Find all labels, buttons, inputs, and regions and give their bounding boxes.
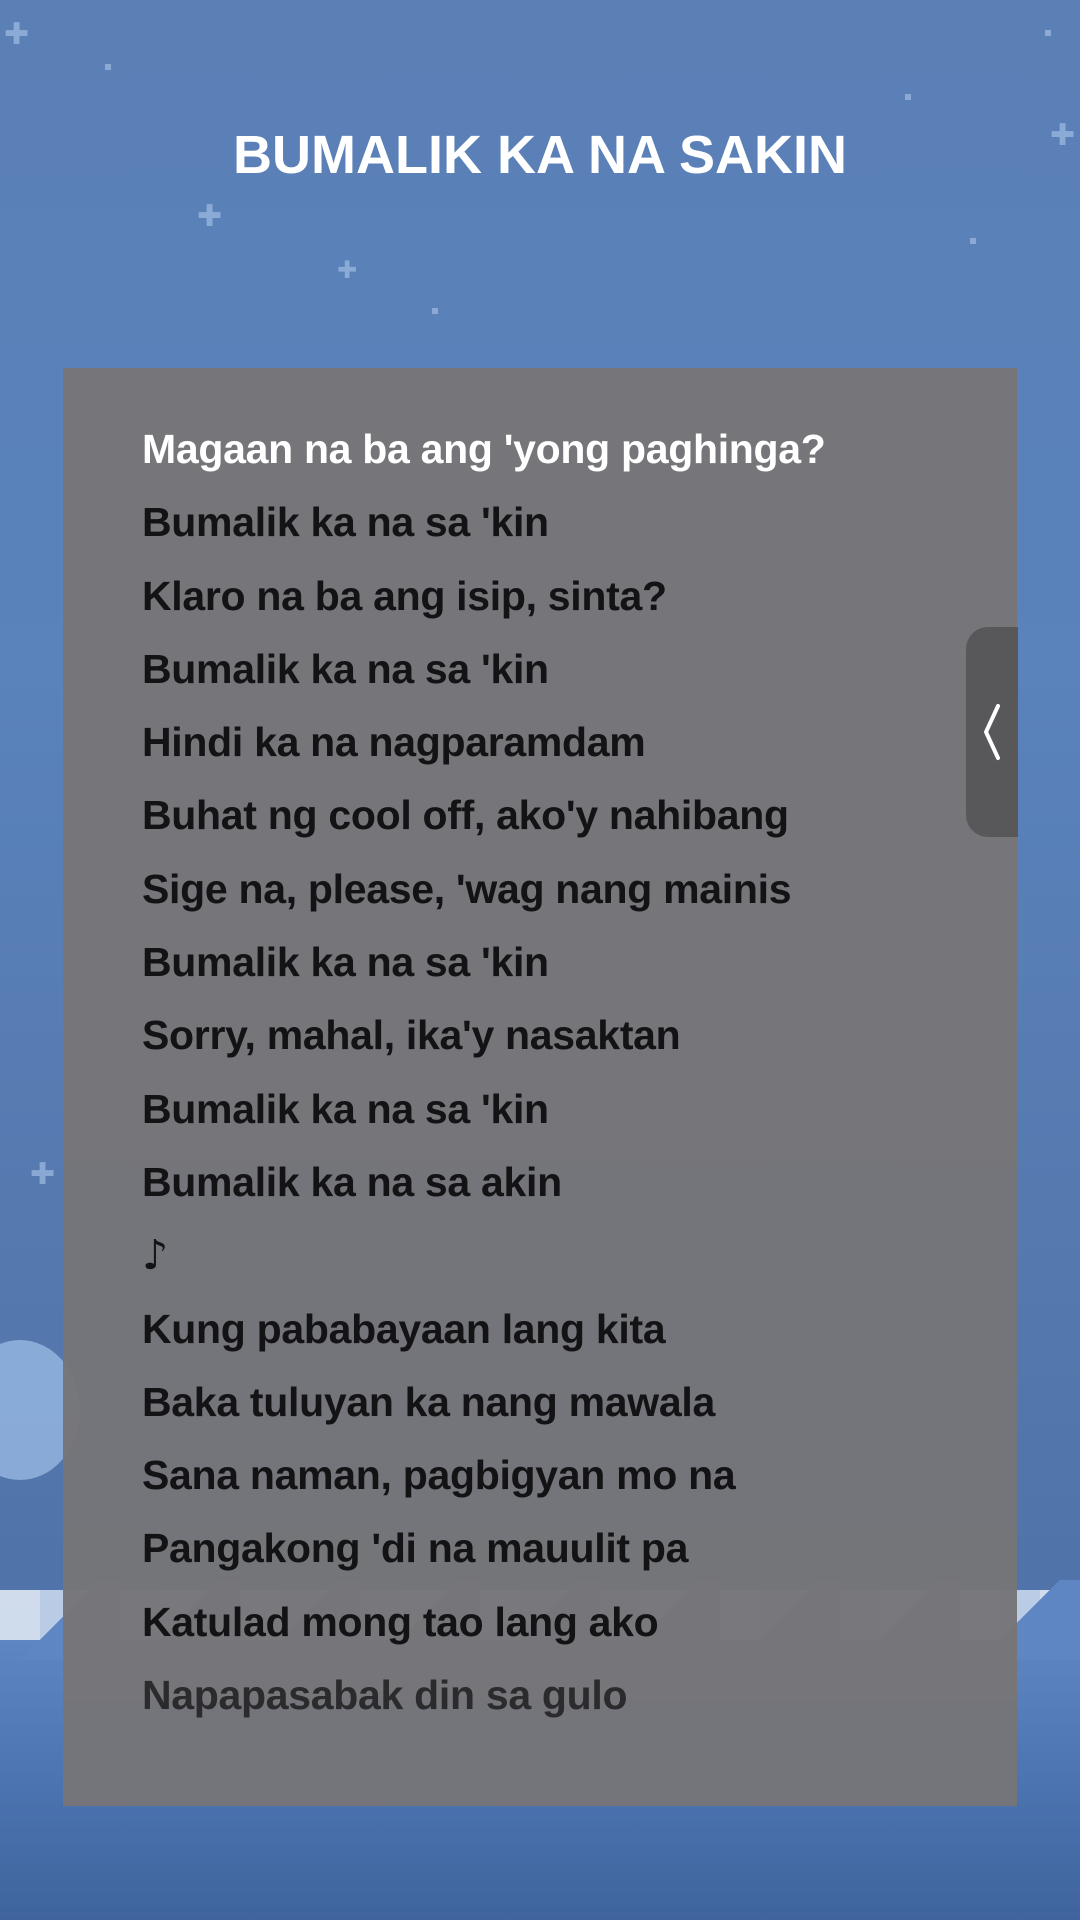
star-dot [432, 308, 438, 314]
sparkle-icon: ✚ [30, 1157, 56, 1192]
lyric-line[interactable]: Bumalik ka na sa 'kin [142, 1073, 1017, 1146]
star-dot [905, 94, 911, 100]
sparkle-icon: ✚ [4, 17, 30, 52]
lyric-line[interactable]: Kung pababayaan lang kita [142, 1293, 1017, 1366]
music-note-icon: ♪ [142, 1231, 168, 1280]
star-dot [970, 238, 976, 244]
sparkle-icon: ✚ [197, 199, 223, 234]
lyric-line[interactable]: Buhat ng cool off, ako'y nahibang [142, 779, 1017, 852]
lyric-line[interactable]: Bumalik ka na sa 'kin [142, 926, 1017, 999]
lyric-line[interactable]: Hindi ka na nagparamdam [142, 706, 1017, 779]
chevron-left-icon [980, 702, 1004, 762]
star-dot [1045, 30, 1051, 36]
lyric-line[interactable]: Sige na, please, 'wag nang mainis [142, 853, 1017, 926]
lyric-line[interactable]: Bumalik ka na sa 'kin [142, 633, 1017, 706]
sparkle-icon: ✚ [337, 256, 358, 284]
lyrics-panel[interactable]: Magaan na ba ang 'yong paghinga? Bumalik… [63, 368, 1017, 1806]
lyric-line[interactable]: Bumalik ka na sa akin [142, 1146, 1017, 1219]
lyric-line[interactable]: Bumalik ka na sa 'kin [142, 486, 1017, 559]
side-panel-handle[interactable] [966, 627, 1018, 837]
star-dot [105, 64, 111, 70]
lyric-line-active[interactable]: Magaan na ba ang 'yong paghinga? [142, 413, 1017, 486]
lyric-line[interactable]: Sorry, mahal, ika'y nasaktan [142, 999, 1017, 1072]
song-title: BUMALIK KA NA SAKIN [233, 125, 847, 185]
lyric-line[interactable]: Katulad mong tao lang ako [142, 1586, 1017, 1659]
lyric-line[interactable]: Pangakong 'di na mauulit pa [142, 1512, 1017, 1585]
lyric-line[interactable]: Klaro na ba ang isip, sinta? [142, 560, 1017, 633]
lyric-line[interactable]: Napapasabak din sa gulo [142, 1659, 1017, 1732]
lyric-line[interactable]: Baka tuluyan ka nang mawala [142, 1366, 1017, 1439]
lyric-line[interactable]: Sana naman, pagbigyan mo na [142, 1439, 1017, 1512]
